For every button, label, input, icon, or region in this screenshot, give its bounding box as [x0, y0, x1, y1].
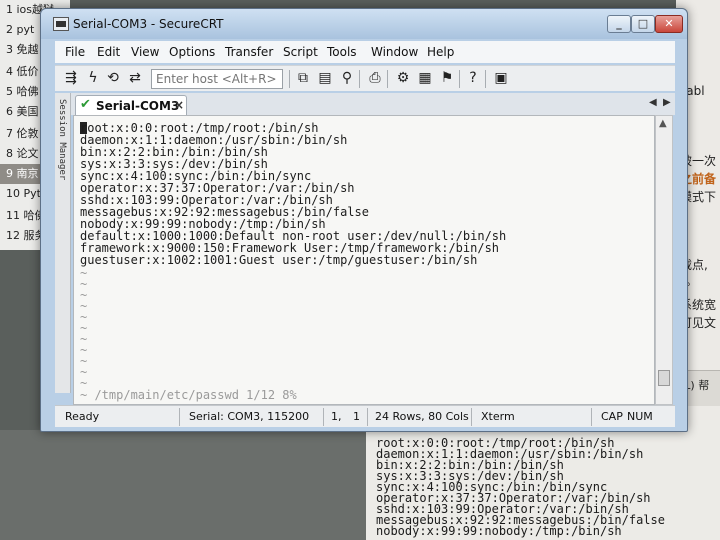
- menu-edit[interactable]: Edit: [97, 45, 120, 59]
- maximize-button[interactable]: □: [631, 15, 655, 33]
- status-bar: Ready Serial: COM3, 115200 1, 1 24 Rows,…: [55, 405, 675, 427]
- scrollbar-thumb[interactable]: [658, 370, 670, 386]
- background-terminal-line: nobody:x:99:99:nobody:/tmp:/bin/sh: [376, 524, 622, 538]
- status-connection: Serial: COM3, 115200: [189, 410, 310, 423]
- quick-connect-icon[interactable]: ϟ: [85, 70, 101, 86]
- vim-status-line: ~ /tmp/main/etc/passwd 1/12 8%: [80, 388, 297, 402]
- session-manager-strip[interactable]: Session Manager: [55, 93, 71, 393]
- status-separator: [591, 408, 592, 426]
- menu-script[interactable]: Script: [283, 45, 318, 59]
- host-input[interactable]: [151, 69, 283, 89]
- status-col: 1: [353, 410, 360, 423]
- menu-file[interactable]: File: [65, 45, 85, 59]
- disconnect-icon[interactable]: ⇄: [127, 70, 143, 86]
- tab-scroll-left-icon[interactable]: ◀: [649, 97, 657, 108]
- toolbar-separator: [359, 70, 360, 88]
- status-row: 1,: [331, 410, 342, 423]
- menu-tools[interactable]: Tools: [327, 45, 357, 59]
- status-cap: CAP: [601, 410, 623, 423]
- settings-icon[interactable]: ⚙: [395, 70, 411, 86]
- toolbar-separator: [459, 70, 460, 88]
- minimize-button[interactable]: _: [607, 15, 631, 33]
- toolbar-separator: [289, 70, 290, 88]
- background-terminal: root:x:0:0:root:/tmp/root:/bin/sh daemon…: [366, 420, 720, 540]
- close-button[interactable]: ✕: [655, 15, 683, 33]
- menu-bar: File Edit View Options Transfer Script T…: [55, 41, 675, 63]
- menu-view[interactable]: View: [131, 45, 159, 59]
- status-state: Ready: [65, 410, 100, 423]
- check-icon: ✔: [80, 97, 91, 112]
- session-manager-label: Session Manager: [57, 99, 67, 181]
- window-title: Serial-COM3 - SecureCRT: [73, 17, 224, 31]
- toolbar: ⇶ ϟ ⟲ ⇄ ⧉ ▤ ⚲ ⎙ ⚙ ▦ ⚑ ? ▣: [55, 65, 675, 91]
- toolbar-separator: [485, 70, 486, 88]
- tab-bar: ✔ Serial-COM3 × ◀ ▶: [71, 93, 675, 115]
- status-num: NUM: [627, 410, 653, 423]
- vertical-scrollbar[interactable]: ▲: [655, 115, 673, 405]
- menu-options[interactable]: Options: [169, 45, 215, 59]
- menu-help[interactable]: Help: [427, 45, 454, 59]
- copy-icon[interactable]: ⧉: [295, 70, 311, 86]
- help-icon[interactable]: ?: [465, 70, 481, 86]
- toolbar-separator: [387, 70, 388, 88]
- menu-window[interactable]: Window: [371, 45, 418, 59]
- status-emulation: Xterm: [481, 410, 515, 423]
- menu-transfer[interactable]: Transfer: [225, 45, 273, 59]
- find-icon[interactable]: ⚲: [339, 70, 355, 86]
- scroll-up-icon[interactable]: ▲: [659, 118, 667, 129]
- tab-close-icon[interactable]: ×: [174, 98, 184, 112]
- background-desk: [0, 430, 366, 540]
- sftp-icon[interactable]: ▣: [493, 70, 509, 86]
- terminal-line: guestuser:x:1002:1001:Guest user:/tmp/gu…: [80, 253, 478, 267]
- keymap-icon[interactable]: ⚑: [439, 70, 455, 86]
- securecrt-window: Serial-COM3 - SecureCRT _ □ ✕ File Edit …: [40, 8, 688, 432]
- status-separator: [179, 408, 180, 426]
- status-separator: [471, 408, 472, 426]
- status-size: 24 Rows, 80 Cols: [375, 410, 469, 423]
- status-separator: [323, 408, 324, 426]
- app-icon[interactable]: [53, 17, 69, 31]
- paste-icon[interactable]: ▤: [317, 70, 333, 86]
- reconnect-icon[interactable]: ⟲: [105, 70, 121, 86]
- session-options-icon[interactable]: ▦: [417, 70, 433, 86]
- tab-label: Serial-COM3: [96, 99, 180, 113]
- tab-serial-com3[interactable]: ✔ Serial-COM3 ×: [75, 95, 187, 115]
- connect-icon[interactable]: ⇶: [63, 70, 79, 86]
- terminal-view[interactable]: root:x:0:0:root:/tmp/root:/bin/sh daemon…: [73, 115, 655, 405]
- print-icon[interactable]: ⎙: [367, 70, 383, 86]
- title-bar[interactable]: Serial-COM3 - SecureCRT _ □ ✕: [41, 9, 687, 39]
- status-separator: [367, 408, 368, 426]
- tab-scroll-right-icon[interactable]: ▶: [663, 97, 671, 108]
